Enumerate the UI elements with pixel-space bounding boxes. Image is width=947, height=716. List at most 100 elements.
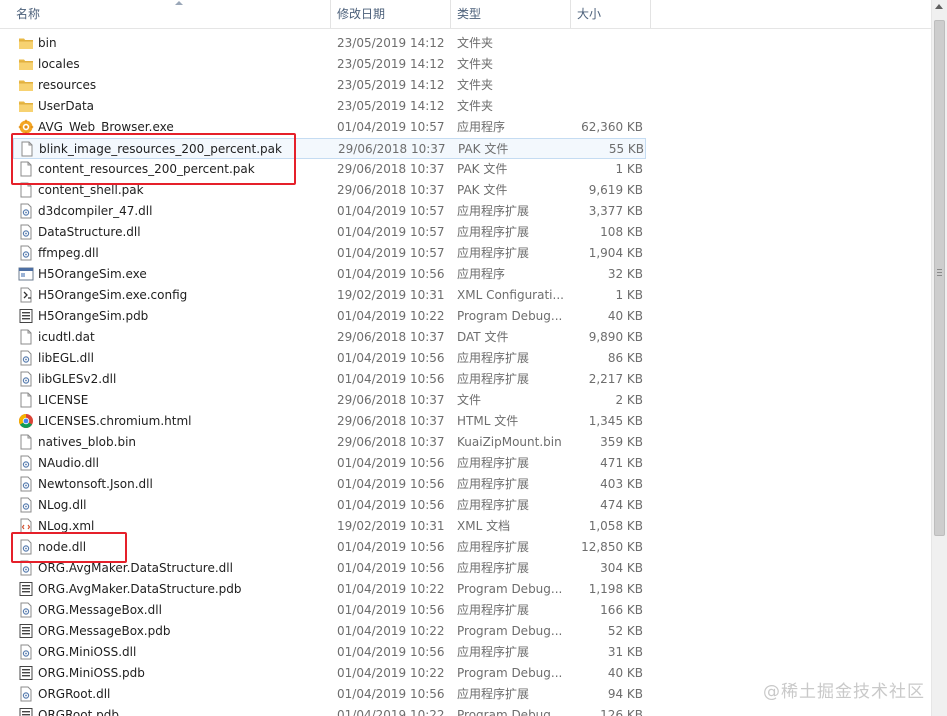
- file-row[interactable]: ORG.MessageBox.pdb 01/04/2019 10:22 Progra…: [13, 621, 646, 642]
- folder-icon: [18, 98, 34, 114]
- file-type: 应用程序扩展: [457, 456, 530, 470]
- file-name: ORGRoot.pdb: [38, 708, 119, 716]
- file-row[interactable]: LICENSES.chromium.html 29/06/2018 10:37 HT…: [13, 411, 646, 432]
- file-date: 29/06/2018 10:37: [337, 435, 445, 449]
- file-name: bin: [38, 36, 57, 50]
- file-row[interactable]: ORG.MiniOSS.dll 01/04/2019 10:56 应用程序扩展 31 …: [13, 642, 646, 663]
- file-row[interactable]: UserData 23/05/2019 14:12 文件夹: [13, 96, 646, 117]
- file-row[interactable]: ORGRoot.dll 01/04/2019 10:56 应用程序扩展 94 KB: [13, 684, 646, 705]
- file-row[interactable]: node.dll 01/04/2019 10:56 应用程序扩展 12,850 KB: [13, 537, 646, 558]
- chrome-icon: [18, 413, 34, 429]
- file-type: 应用程序扩展: [457, 351, 530, 365]
- file-row[interactable]: NLog.dll 01/04/2019 10:56 应用程序扩展 474 KB: [13, 495, 646, 516]
- file-name: natives_blob.bin: [38, 435, 137, 449]
- file-date: 29/06/2018 10:37: [337, 393, 445, 407]
- dll-icon: [18, 644, 34, 660]
- file-row[interactable]: natives_blob.bin 29/06/2018 10:37 KuaiZipM…: [13, 432, 646, 453]
- file-row[interactable]: bin 23/05/2019 14:12 文件夹: [13, 33, 646, 54]
- file-name: UserData: [38, 99, 95, 113]
- file-name: DataStructure.dll: [38, 225, 141, 239]
- scrollbar-thumb[interactable]: [934, 20, 945, 536]
- file-row[interactable]: NAudio.dll 01/04/2019 10:56 应用程序扩展 471 KB: [13, 453, 646, 474]
- file-size: 86 KB: [607, 351, 643, 365]
- file-size: 2 KB: [615, 393, 643, 407]
- file-row[interactable]: ORG.AvgMaker.DataStructure.dll 01/04/2019…: [13, 558, 646, 579]
- column-header-type[interactable]: 类型: [451, 0, 571, 28]
- file-date: 23/05/2019 14:12: [337, 99, 445, 113]
- file-date: 01/04/2019 10:56: [337, 372, 445, 386]
- file-row[interactable]: resources 23/05/2019 14:12 文件夹: [13, 75, 646, 96]
- file-row[interactable]: ORG.MiniOSS.pdb 01/04/2019 10:22 Program D…: [13, 663, 646, 684]
- file-date: 29/06/2018 10:37: [338, 142, 446, 156]
- file-row[interactable]: ORG.AvgMaker.DataStructure.pdb 01/04/2019…: [13, 579, 646, 600]
- file-name: Newtonsoft.Json.dll: [38, 477, 153, 491]
- file-type: 文件夹: [457, 99, 494, 113]
- file-date: 19/02/2019 10:31: [337, 288, 445, 302]
- file-name: LICENSE: [38, 393, 89, 407]
- file-type: 应用程序: [457, 267, 506, 281]
- file-row[interactable]: ORGRoot.pdb 01/04/2019 10:22 Program Debug…: [13, 705, 646, 716]
- file-row[interactable]: NLog.xml 19/02/2019 10:31 XML 文档 1,058 KB: [13, 516, 646, 537]
- file-row[interactable]: AVG_Web_Browser.exe 01/04/2019 10:57 应用程序 6…: [13, 117, 646, 138]
- file-size: 52 KB: [607, 624, 643, 638]
- file-date: 01/04/2019 10:57: [337, 204, 445, 218]
- file-size: 471 KB: [600, 456, 643, 470]
- file-name: blink_image_resources_200_percent.pak: [39, 142, 282, 156]
- file-row[interactable]: H5OrangeSim.exe 01/04/2019 10:56 应用程序 32 KB: [13, 264, 646, 285]
- watermark: @稀土掘金技术社区: [763, 682, 925, 702]
- file-row[interactable]: DataStructure.dll 01/04/2019 10:57 应用程序扩展 1…: [13, 222, 646, 243]
- dll-icon: [18, 602, 34, 618]
- file-type: XML 文档: [457, 519, 511, 533]
- file-row[interactable]: LICENSE 29/06/2018 10:37 文件 2 KB: [13, 390, 646, 411]
- column-header-name[interactable]: 名称: [10, 0, 331, 28]
- pdb-icon: [18, 623, 34, 639]
- file-type: 应用程序扩展: [457, 204, 530, 218]
- file-size: 108 KB: [600, 225, 643, 239]
- vertical-scrollbar[interactable]: [931, 0, 947, 716]
- file-date: 01/04/2019 10:57: [337, 225, 445, 239]
- file-row[interactable]: content_shell.pak 29/06/2018 10:37 PAK 文件 9…: [13, 180, 646, 201]
- file-row[interactable]: libGLESv2.dll 01/04/2019 10:56 应用程序扩展 2,217…: [13, 369, 646, 390]
- folder-icon: [18, 56, 34, 72]
- column-header-size[interactable]: 大小: [571, 0, 651, 28]
- file-row[interactable]: ffmpeg.dll 01/04/2019 10:57 应用程序扩展 1,904 KB: [13, 243, 646, 264]
- file-row[interactable]: icudtl.dat 29/06/2018 10:37 DAT 文件 9,890 KB: [13, 327, 646, 348]
- file-date: 29/06/2018 10:37: [337, 330, 445, 344]
- file-type: 应用程序扩展: [457, 246, 530, 260]
- pdb-icon: [18, 308, 34, 324]
- file-row[interactable]: H5OrangeSim.exe.config 19/02/2019 10:31 XM…: [13, 285, 646, 306]
- file-size: 2,217 KB: [588, 372, 643, 386]
- file-type: KuaiZipMount.bin: [457, 435, 562, 449]
- file-row[interactable]: content_resources_200_percent.pak 29/06/2…: [13, 159, 646, 180]
- file-name: NAudio.dll: [38, 456, 99, 470]
- file-row[interactable]: ORG.MessageBox.dll 01/04/2019 10:56 应用程序扩展…: [13, 600, 646, 621]
- dll-icon: [18, 455, 34, 471]
- file-type: 文件夹: [457, 78, 494, 92]
- grip-line: [937, 275, 942, 276]
- file-icon: [18, 329, 34, 345]
- file-size: 304 KB: [600, 561, 643, 575]
- file-size: 1 KB: [615, 288, 643, 302]
- column-header-date[interactable]: 修改日期: [331, 0, 451, 28]
- file-date: 01/04/2019 10:56: [337, 498, 445, 512]
- file-size: [573, 75, 643, 96]
- file-row[interactable]: locales 23/05/2019 14:12 文件夹: [13, 54, 646, 75]
- file-date: 29/06/2018 10:37: [337, 162, 445, 176]
- file-row[interactable]: Newtonsoft.Json.dll 01/04/2019 10:56 应用程序扩…: [13, 474, 646, 495]
- file-name: libGLESv2.dll: [38, 372, 117, 386]
- file-row[interactable]: blink_image_resources_200_percent.pak 29/…: [13, 138, 646, 159]
- file-name: libEGL.dll: [38, 351, 94, 365]
- sort-ascending-icon: [175, 1, 183, 5]
- file-row[interactable]: H5OrangeSim.pdb 01/04/2019 10:22 Program D…: [13, 306, 646, 327]
- config-icon: [18, 287, 34, 303]
- scroll-up-arrow-icon[interactable]: [935, 4, 943, 9]
- file-type: 应用程序扩展: [457, 603, 530, 617]
- file-name: icudtl.dat: [38, 330, 95, 344]
- file-row[interactable]: d3dcompiler_47.dll 01/04/2019 10:57 应用程序扩展…: [13, 201, 646, 222]
- file-row[interactable]: libEGL.dll 01/04/2019 10:56 应用程序扩展 86 KB: [13, 348, 646, 369]
- file-date: 01/04/2019 10:56: [337, 687, 445, 701]
- file-name: content_resources_200_percent.pak: [38, 162, 255, 176]
- column-date-label: 修改日期: [337, 7, 386, 21]
- file-type: 应用程序扩展: [457, 687, 530, 701]
- file-size: 1,904 KB: [588, 246, 643, 260]
